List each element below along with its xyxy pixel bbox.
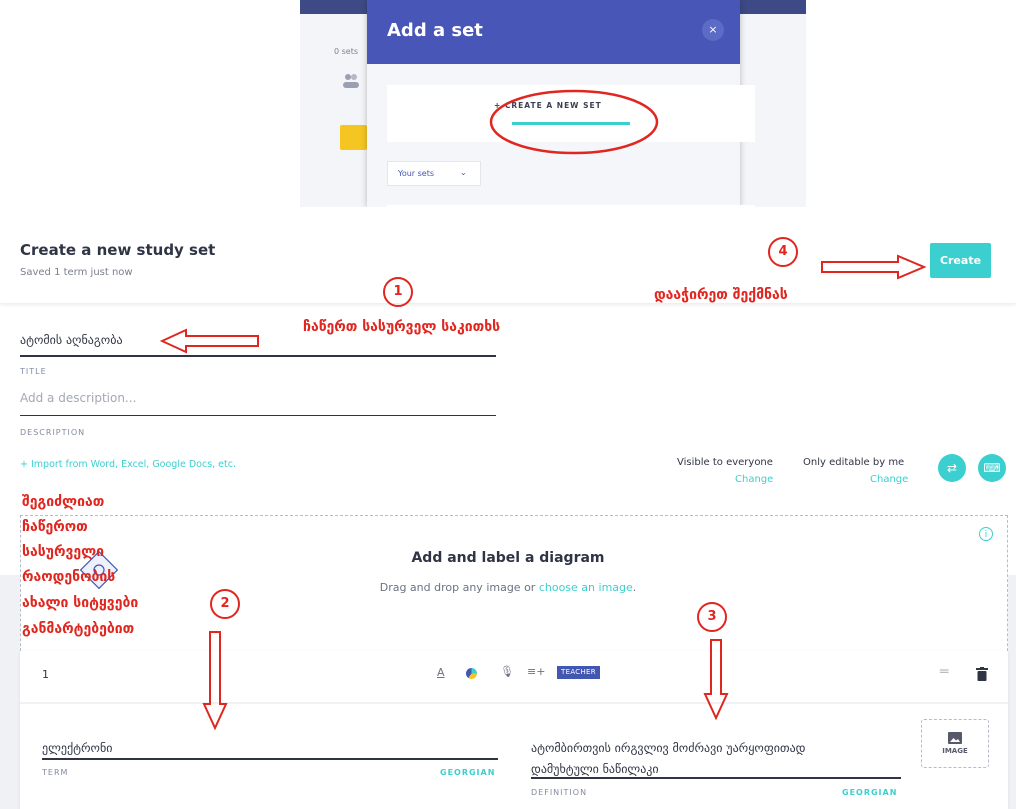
drag-handle-icon[interactable]: ═ <box>940 664 948 680</box>
teacher-badge[interactable]: TEACHER <box>557 666 600 679</box>
annotation-terms-hint-line3: სასურველი <box>22 544 105 560</box>
your-sets-select[interactable]: Your sets <box>387 161 481 186</box>
description-underline <box>20 415 496 416</box>
side-sets-count: 0 sets <box>334 47 359 56</box>
term-label: TERM <box>42 768 69 777</box>
term-language-link[interactable]: GEORGIAN <box>440 768 495 777</box>
title-input[interactable]: ატომის აღნაგობა <box>20 333 123 347</box>
saved-status: Saved 1 term just now <box>20 267 133 278</box>
text-format-icon[interactable]: A <box>437 666 445 679</box>
visibility-change-link[interactable]: Change <box>735 474 773 485</box>
visibility-label: Visible to everyone <box>677 457 773 468</box>
term-input[interactable]: ელექტრონი <box>42 741 112 755</box>
description-input[interactable]: Add a description... <box>20 391 136 405</box>
annotation-arrow-left <box>160 328 259 354</box>
description-label: DESCRIPTION <box>20 428 86 437</box>
editable-change-link[interactable]: Change <box>870 474 908 485</box>
annotation-ellipse <box>489 89 659 155</box>
term-underline <box>42 758 498 760</box>
editable-label: Only editable by me <box>803 457 905 468</box>
annotation-title-hint: ჩაწერთ სასურველ საკითხს <box>303 319 501 335</box>
diagram-title: Add and label a diagram <box>411 550 605 566</box>
annotation-terms-hint-line2: ჩაწეროთ <box>22 519 88 535</box>
keyboard-icon[interactable]: ⌨ <box>978 454 1006 482</box>
modal-header: Add a set × <box>367 0 740 64</box>
close-icon[interactable]: × <box>702 19 724 41</box>
microphone-icon[interactable]: 🎙 <box>500 665 514 678</box>
annotation-arrow-right <box>821 254 926 280</box>
card-divider <box>20 702 1008 704</box>
definition-language-link[interactable]: GEORGIAN <box>842 788 897 797</box>
annotation-arrow-down-term <box>202 631 228 730</box>
annotation-arrow-down-definition <box>703 639 729 720</box>
page-title: Create a new study set <box>20 241 216 259</box>
choose-image-link[interactable]: choose an image <box>539 581 633 594</box>
definition-input-line2[interactable]: დამუხტული ნაწილაკი <box>531 762 659 776</box>
color-icon[interactable] <box>466 668 477 679</box>
annotation-terms-hint-line5: ახალი სიტყვები <box>22 595 139 611</box>
annotation-circle-4: 4 <box>768 237 798 267</box>
annotation-create-hint: დააჭირეთ შექმნას <box>654 287 788 303</box>
trash-icon[interactable] <box>976 666 988 681</box>
diagram-subtitle: Drag and drop any image or choose an ima… <box>0 581 1016 594</box>
people-icon <box>342 72 360 90</box>
definition-input-line1[interactable]: ატომბირთვის ირგვლივ მოძრავი უარყოფითად <box>531 741 806 755</box>
definition-label: DEFINITION <box>531 788 588 797</box>
definition-underline <box>531 777 901 779</box>
image-icon <box>948 729 962 744</box>
background-yellow-button <box>340 125 367 150</box>
annotation-circle-3: 3 <box>697 602 727 632</box>
annotation-terms-hint-line1: შეგიძლიათ <box>22 494 105 510</box>
modal-title: Add a set <box>387 20 483 41</box>
card-number: 1 <box>42 668 49 681</box>
diagram-subtitle-prefix: Drag and drop any image or <box>379 581 539 594</box>
diagram-subtitle-suffix: . <box>632 581 637 594</box>
create-button[interactable]: Create <box>930 243 991 278</box>
title-underline <box>20 355 496 357</box>
annotation-terms-hint-line6: განმარტებებით <box>22 621 135 637</box>
swap-icon[interactable]: ⇄ <box>938 454 966 482</box>
info-icon[interactable]: i <box>979 527 993 541</box>
title-label: TITLE <box>20 367 47 376</box>
list-add-icon[interactable]: ≡+ <box>527 665 545 678</box>
annotation-terms-hint-line4: რაოდენობის <box>22 569 116 585</box>
annotation-circle-2: 2 <box>210 589 240 619</box>
sets-list-card <box>387 205 755 207</box>
import-link[interactable]: + Import from Word, Excel, Google Docs, … <box>20 459 236 470</box>
background-page-left <box>300 0 367 207</box>
annotation-circle-1: 1 <box>383 277 413 307</box>
image-label: IMAGE <box>942 747 968 755</box>
term-card <box>20 651 1008 809</box>
chevron-down-icon[interactable]: ⌄ <box>460 168 467 177</box>
